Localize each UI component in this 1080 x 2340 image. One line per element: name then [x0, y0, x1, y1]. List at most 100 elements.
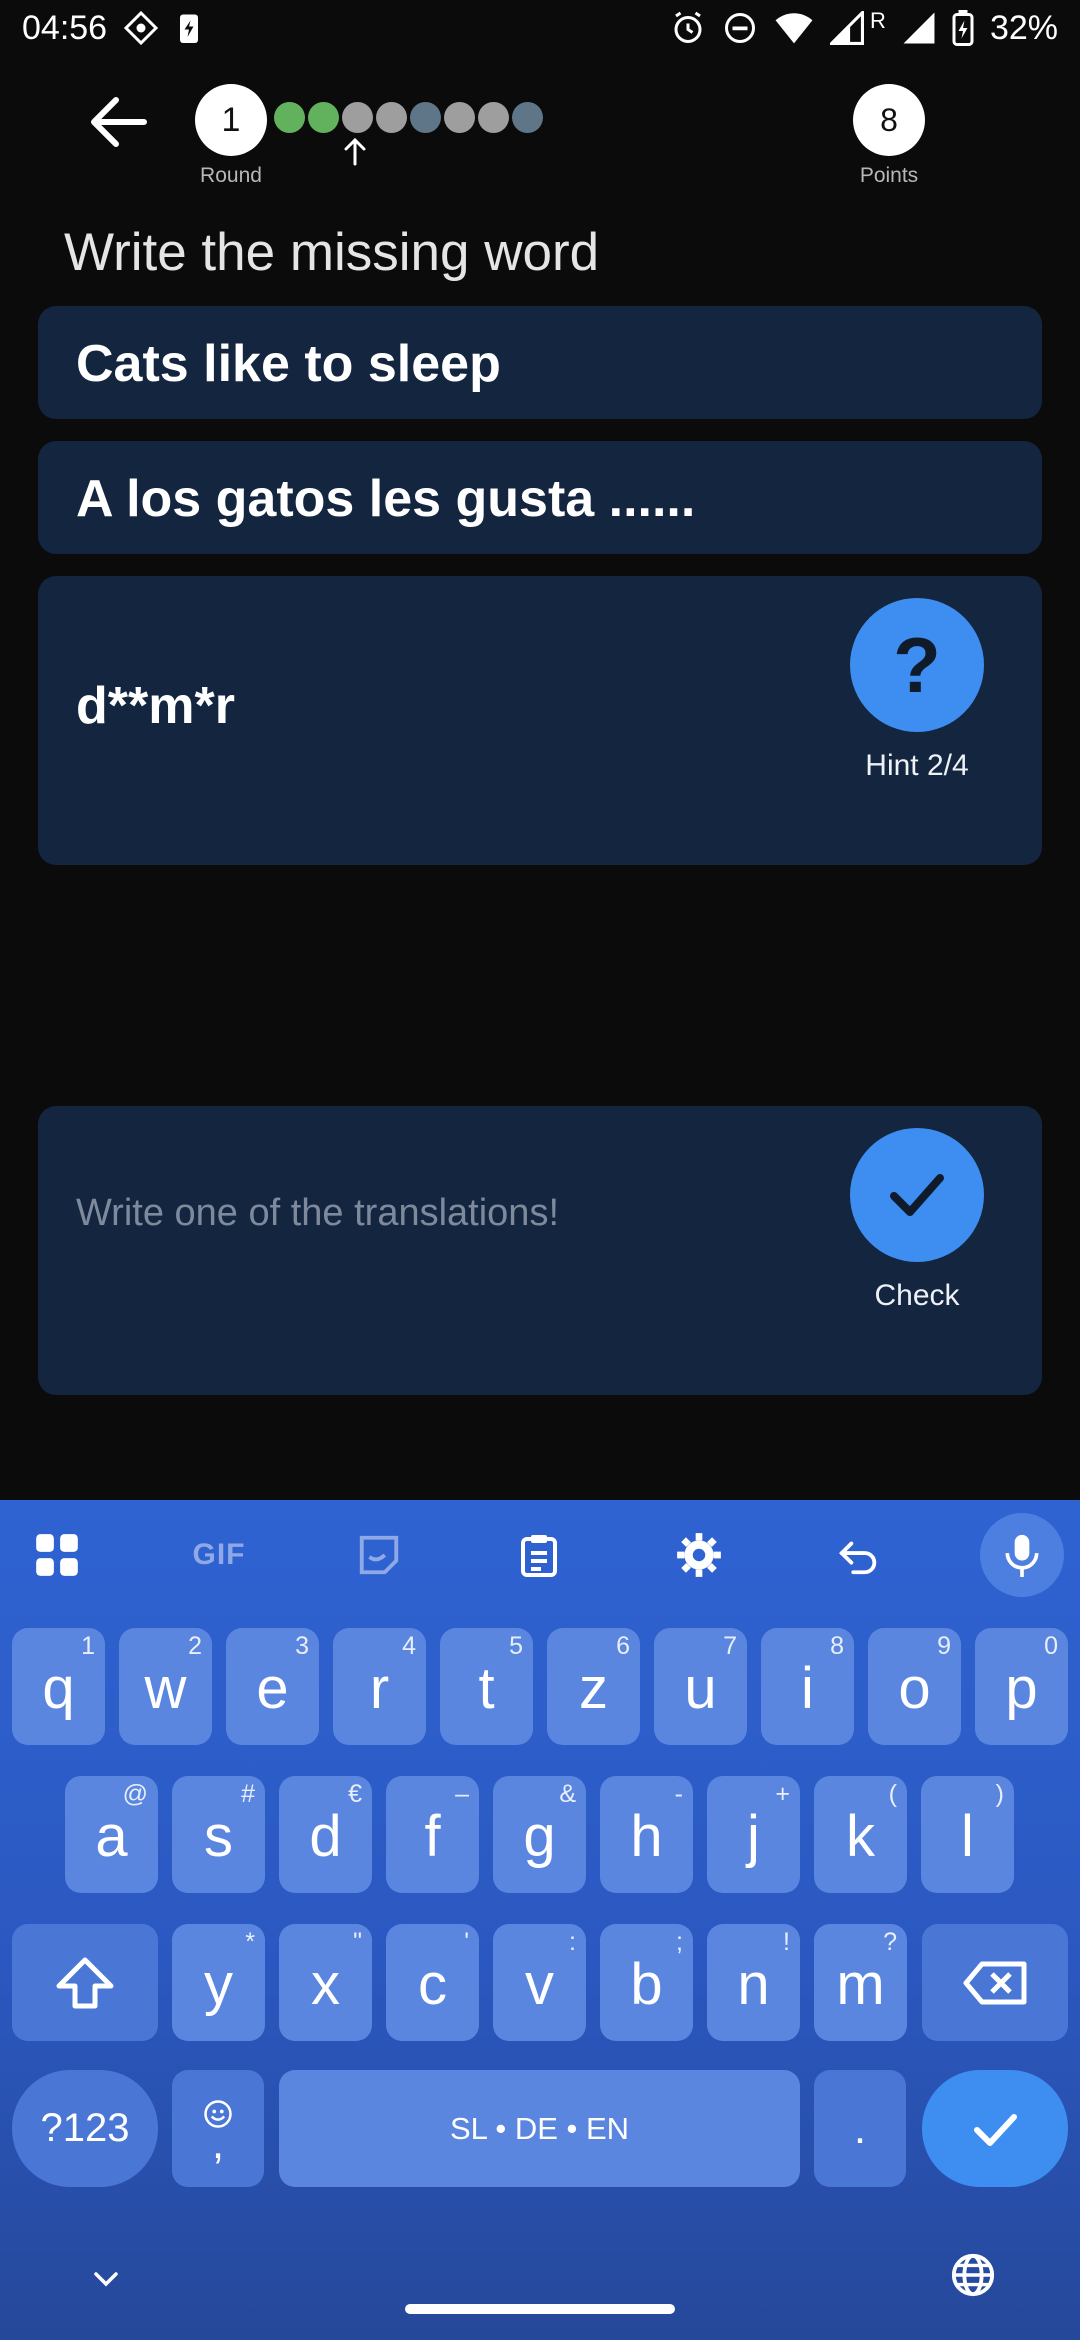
- key-b[interactable]: b;: [600, 1924, 693, 2041]
- key-i[interactable]: i8: [761, 1628, 854, 1745]
- check-label: Check: [874, 1279, 960, 1312]
- emoji-comma-key[interactable]: ,: [172, 2070, 264, 2187]
- key-letter: z: [579, 1656, 608, 1721]
- gif-button[interactable]: GIF: [186, 1522, 252, 1588]
- source-sentence: Cats like to sleep: [76, 335, 501, 393]
- chevron-down-icon: [94, 2272, 118, 2287]
- key-a[interactable]: a @: [65, 1776, 158, 1893]
- key-g[interactable]: g &: [493, 1776, 586, 1893]
- settings-gear-icon[interactable]: [666, 1522, 732, 1588]
- key-secondary-symbol: 8: [830, 1632, 844, 1660]
- round-label: Round: [200, 164, 262, 187]
- key-y[interactable]: y *: [172, 1924, 265, 2041]
- key-r[interactable]: r4: [333, 1628, 426, 1745]
- key-secondary-symbol: 7: [723, 1632, 737, 1660]
- space-key-label: SL • DE • EN: [449, 2110, 630, 2146]
- key-h[interactable]: h-: [600, 1776, 693, 1893]
- shift-arrow-icon: [56, 1957, 114, 2008]
- hint-label: Hint 2/4: [865, 749, 969, 782]
- question-mark-icon: ?: [893, 621, 941, 709]
- key-letter: l: [961, 1804, 974, 1869]
- key-q[interactable]: q1: [12, 1628, 105, 1745]
- round-counter: 1: [195, 84, 267, 156]
- keyboard-toolbar: GIF: [0, 1500, 1080, 1610]
- shift-key[interactable]: [12, 1924, 158, 2041]
- gif-label: GIF: [192, 1538, 246, 1571]
- key-v[interactable]: v:: [493, 1924, 586, 2041]
- symbols-key[interactable]: ?123: [12, 2070, 158, 2187]
- key-secondary-symbol: +: [775, 1780, 790, 1808]
- hint-button[interactable]: ?: [850, 598, 984, 732]
- progress-dot: [478, 102, 509, 133]
- key-secondary-symbol: :: [569, 1928, 576, 1956]
- key-c[interactable]: c ': [386, 1924, 479, 2041]
- key-z[interactable]: z6: [547, 1628, 640, 1745]
- apps-grid-icon[interactable]: [24, 1522, 90, 1588]
- key-letter: g: [523, 1804, 556, 1869]
- key-secondary-symbol: !: [783, 1928, 790, 1956]
- period-key[interactable]: .: [814, 2070, 906, 2187]
- key-secondary-symbol: ': [464, 1928, 469, 1956]
- key-p[interactable]: p0: [975, 1628, 1068, 1745]
- key-e[interactable]: e3: [226, 1628, 319, 1745]
- key-letter: s: [204, 1804, 233, 1869]
- target-sentence: A los gatos les gusta ......: [76, 470, 696, 528]
- key-m[interactable]: m?: [814, 1924, 907, 2041]
- key-letter: m: [836, 1952, 885, 2017]
- key-f[interactable]: f –: [386, 1776, 479, 1893]
- instruction-title: Write the missing word: [64, 223, 600, 282]
- progress-dot: [410, 102, 441, 133]
- key-l[interactable]: l): [921, 1776, 1014, 1893]
- key-j[interactable]: j +: [707, 1776, 800, 1893]
- back-button[interactable]: [84, 92, 154, 152]
- key-secondary-symbol: @: [122, 1780, 148, 1808]
- key-letter: b: [630, 1952, 663, 2017]
- key-letter: c: [418, 1952, 447, 2017]
- sticker-icon[interactable]: [346, 1522, 412, 1588]
- status-time: 04:56: [22, 8, 108, 47]
- key-letter: u: [684, 1656, 717, 1721]
- key-t[interactable]: t5: [440, 1628, 533, 1745]
- progress-dots: [274, 102, 543, 133]
- enter-key[interactable]: [922, 2070, 1068, 2187]
- undo-icon[interactable]: [826, 1522, 892, 1588]
- key-k[interactable]: k(: [814, 1776, 907, 1893]
- key-secondary-symbol: 0: [1044, 1632, 1058, 1660]
- key-letter: t: [478, 1656, 495, 1721]
- key-secondary-symbol: -: [674, 1780, 683, 1808]
- key-secondary-symbol: ": [353, 1928, 362, 1956]
- clipboard-icon[interactable]: [506, 1522, 572, 1588]
- target-sentence-card: A los gatos les gusta ......: [38, 441, 1042, 554]
- key-n[interactable]: n!: [707, 1924, 800, 2041]
- symbols-label: ?123: [40, 2106, 130, 2150]
- key-secondary-symbol: 1: [81, 1632, 95, 1660]
- backspace-icon: [963, 1961, 1027, 2004]
- progress-dot: [274, 102, 305, 133]
- key-secondary-symbol: –: [455, 1780, 469, 1808]
- microphone-button[interactable]: [980, 1513, 1064, 1597]
- on-screen-keyboard: GIF q 1 w 2 e 3 r 4 t 5 z 6 u 7 i 8 o 9 p 0 a @ s # d € f – g & h - j + k(…: [0, 1500, 1080, 2340]
- key-o[interactable]: o9: [868, 1628, 961, 1745]
- key-u[interactable]: u7: [654, 1628, 747, 1745]
- check-button[interactable]: [850, 1128, 984, 1262]
- key-letter: f: [424, 1804, 441, 1869]
- key-d[interactable]: d €: [279, 1776, 372, 1893]
- answer-input[interactable]: [76, 1192, 816, 1235]
- microphone-icon: [1005, 1534, 1039, 1577]
- key-s[interactable]: s #: [172, 1776, 265, 1893]
- key-secondary-symbol: 4: [402, 1632, 416, 1660]
- progress-dot: [444, 102, 475, 133]
- space-key[interactable]: SL • DE • EN: [279, 2070, 800, 2187]
- key-secondary-symbol: *: [245, 1928, 255, 1956]
- source-sentence-card: Cats like to sleep: [38, 306, 1042, 419]
- backspace-key[interactable]: [922, 1924, 1068, 2041]
- key-w[interactable]: w2: [119, 1628, 212, 1745]
- hint-text: d**m*r: [76, 677, 235, 735]
- key-letter: h: [630, 1804, 663, 1869]
- battery-icon: [952, 10, 974, 46]
- gesture-navigation-handle[interactable]: [405, 2304, 675, 2314]
- hide-keyboard-button[interactable]: [86, 2264, 126, 2299]
- app-notification-icon: [123, 10, 159, 46]
- key-x[interactable]: x ": [279, 1924, 372, 2041]
- language-switch-button[interactable]: [950, 2252, 996, 2303]
